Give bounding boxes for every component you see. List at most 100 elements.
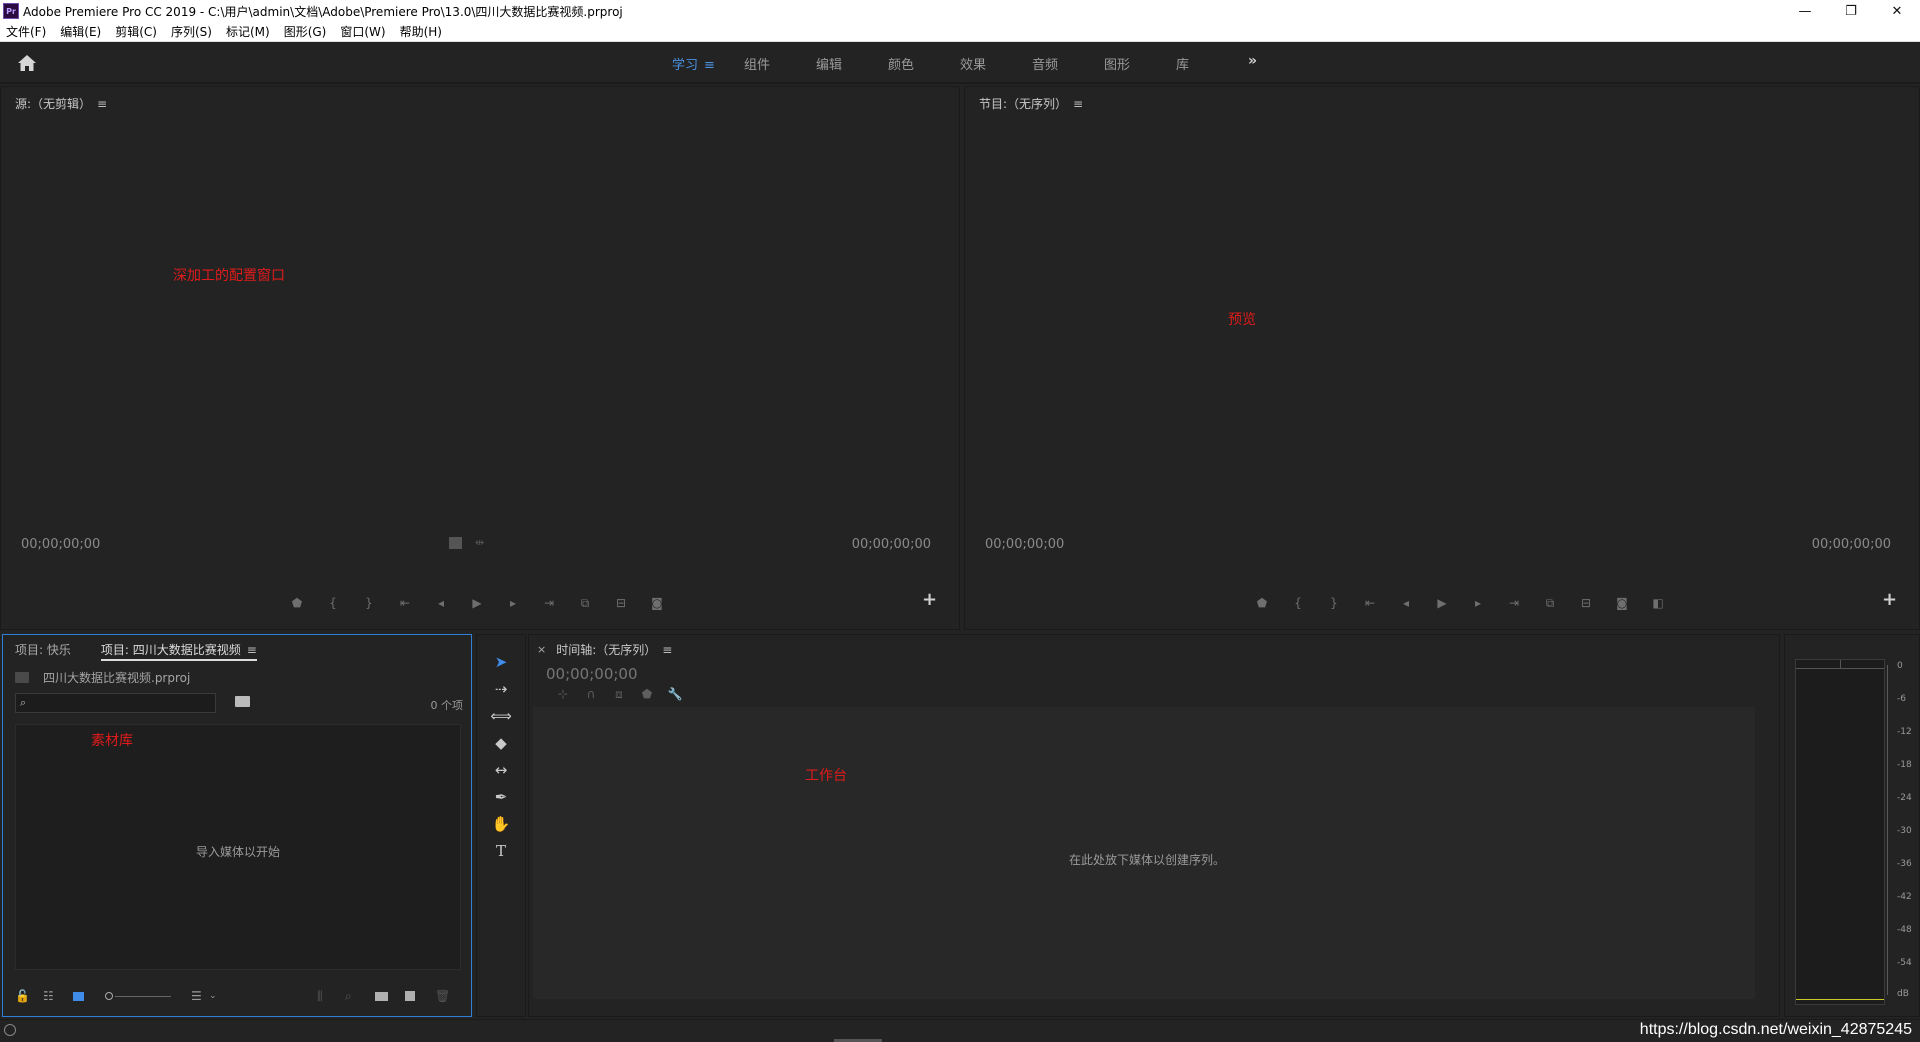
resolution-icon[interactable]: ⇹ xyxy=(475,536,484,549)
sort-icons-icon[interactable]: ☰ xyxy=(191,989,202,1003)
source-add-button[interactable]: + xyxy=(922,589,937,610)
selection-tool-icon[interactable]: ➤ xyxy=(488,651,514,673)
ripple-edit-tool-icon[interactable]: ⟺ xyxy=(488,705,514,727)
drop-frame-icon[interactable] xyxy=(449,537,462,549)
step-back-icon[interactable]: ◂ xyxy=(429,595,453,611)
new-bin-icon[interactable] xyxy=(375,989,388,1003)
workspace-tab-effects[interactable]: 效果 xyxy=(948,54,1020,73)
project-tab-happy[interactable]: 项目: 快乐 xyxy=(15,641,71,661)
play-icon[interactable]: ▶ xyxy=(465,595,489,611)
workspace-tab-editing[interactable]: 编辑 xyxy=(804,54,876,73)
new-bin-from-search-icon[interactable] xyxy=(235,696,250,707)
project-content-area[interactable]: 导入媒体以开始 xyxy=(15,724,461,970)
workspace-tab-audio[interactable]: 音频 xyxy=(1020,54,1092,73)
panel-menu-icon[interactable]: ≡ xyxy=(1073,97,1083,111)
status-icon[interactable] xyxy=(4,1024,16,1036)
timeline-drop-area[interactable]: 在此处放下媒体以创建序列。 xyxy=(533,707,1755,999)
home-icon[interactable] xyxy=(16,53,38,73)
program-panel-title[interactable]: 节目:（无序列） xyxy=(979,97,1067,111)
add-marker-icon[interactable]: ⬟ xyxy=(1250,595,1274,611)
workspace-tab-assembly[interactable]: 组件 xyxy=(732,54,804,73)
menu-window[interactable]: 窗口(W) xyxy=(340,23,385,40)
source-playhead-timecode[interactable]: 00;00;00;00 xyxy=(21,537,100,552)
menu-graphics[interactable]: 图形(G) xyxy=(284,23,327,40)
nest-icon[interactable]: ⊹ xyxy=(549,687,577,701)
lift-icon[interactable]: ⧉ xyxy=(1538,595,1562,611)
timeline-timecode[interactable]: 00;00;00;00 xyxy=(546,665,638,683)
find-icon[interactable]: ⌕ xyxy=(345,989,352,1003)
workspace-tab-graphics[interactable]: 图形 xyxy=(1092,54,1164,73)
menu-file[interactable]: 文件(F) xyxy=(6,23,46,40)
program-duration-timecode: 00;00;00;00 xyxy=(1811,537,1891,552)
more-workspaces-icon[interactable]: » xyxy=(1248,53,1257,69)
pen-tool-icon[interactable]: ✒ xyxy=(488,786,514,808)
project-tab-sichuan[interactable]: 项目: 四川大数据比赛视频 ≡ xyxy=(100,641,257,661)
timeline-title: 时间轴:（无序列） xyxy=(556,643,657,657)
mark-out-icon[interactable]: } xyxy=(1322,595,1346,611)
extract-icon[interactable]: ⊟ xyxy=(1574,595,1598,611)
linked-selection-icon[interactable]: ⧈ xyxy=(605,687,633,701)
workspace-tab-color[interactable]: 颜色 xyxy=(876,54,948,73)
workspace-menu-icon[interactable]: ≡ xyxy=(704,58,715,73)
insert-icon[interactable]: ⧉ xyxy=(573,595,597,611)
trash-icon[interactable]: 🗑 xyxy=(435,989,450,1003)
overwrite-icon[interactable]: ⊟ xyxy=(609,595,633,611)
export-frame-icon[interactable]: ◙ xyxy=(1610,595,1634,611)
export-frame-icon[interactable]: ◙ xyxy=(645,595,669,611)
step-back-icon[interactable]: ◂ xyxy=(1394,595,1418,611)
comparison-view-icon[interactable]: ◧ xyxy=(1646,595,1670,611)
menu-markers[interactable]: 标记(M) xyxy=(226,23,270,40)
go-to-out-icon[interactable]: ⇥ xyxy=(1502,595,1526,611)
add-marker-icon[interactable]: ⬟ xyxy=(633,687,661,701)
play-icon[interactable]: ▶ xyxy=(1430,595,1454,611)
source-panel-header: 源:（无剪辑） ≡ xyxy=(15,95,107,112)
mark-in-icon[interactable]: { xyxy=(1286,595,1310,611)
step-forward-icon[interactable]: ▸ xyxy=(1466,595,1490,611)
track-select-tool-icon[interactable]: ⇢ xyxy=(488,678,514,700)
workspace-tab-learning[interactable]: 学习 ≡ xyxy=(660,54,732,73)
menu-clip[interactable]: 剪辑(C) xyxy=(115,23,157,40)
workspace-tab-libraries[interactable]: 库 xyxy=(1164,54,1236,73)
step-forward-icon[interactable]: ▸ xyxy=(501,595,525,611)
source-panel-title[interactable]: 源:（无剪辑） xyxy=(15,97,91,111)
close-icon[interactable]: × xyxy=(537,643,546,656)
program-add-button[interactable]: + xyxy=(1882,589,1897,610)
search-input[interactable]: ⌕ xyxy=(15,693,216,713)
project-tab-label: 项目: 四川大数据比赛视频 xyxy=(100,643,241,657)
program-playhead-timecode[interactable]: 00;00;00;00 xyxy=(985,537,1064,552)
lock-icon[interactable]: 🔓 xyxy=(15,989,30,1003)
slip-tool-icon[interactable]: ↔ xyxy=(488,759,514,781)
menu-sequence[interactable]: 序列(S) xyxy=(171,23,212,40)
timeline-panel: × 时间轴:（无序列） ≡ 00;00;00;00 ⊹ ∩ ⧈ ⬟ 🔧 在此处放下… xyxy=(528,634,1780,1017)
list-view-icon[interactable]: ☷ xyxy=(43,989,54,1003)
type-tool-icon[interactable]: T xyxy=(488,840,514,862)
minimize-button[interactable]: — xyxy=(1782,0,1828,22)
close-window-button[interactable]: ✕ xyxy=(1874,0,1920,22)
mark-out-icon[interactable]: } xyxy=(357,595,381,611)
hand-tool-icon[interactable]: ✋ xyxy=(488,813,514,835)
source-monitor-panel: 源:（无剪辑） ≡ 深加工的配置窗口 00;00;00;00 ⇹ 00;00;00… xyxy=(0,86,960,630)
razor-tool-icon[interactable]: ◆ xyxy=(488,732,514,754)
wrench-icon[interactable]: 🔧 xyxy=(661,687,689,701)
source-transport-controls: ⬟ { } ⇤ ◂ ▶ ▸ ⇥ ⧉ ⊟ ◙ xyxy=(285,595,681,611)
go-to-in-icon[interactable]: ⇤ xyxy=(393,595,417,611)
menu-edit[interactable]: 编辑(E) xyxy=(60,23,101,40)
automate-to-sequence-icon[interactable]: ⫼ xyxy=(317,989,323,1003)
timeline-tab[interactable]: × 时间轴:（无序列） ≡ xyxy=(537,641,672,658)
go-to-out-icon[interactable]: ⇥ xyxy=(537,595,561,611)
restore-button[interactable]: ❐ xyxy=(1828,0,1874,22)
new-item-icon[interactable] xyxy=(405,989,415,1003)
snap-icon[interactable]: ∩ xyxy=(577,687,605,701)
zoom-slider[interactable] xyxy=(103,989,173,1003)
panel-menu-icon[interactable]: ≡ xyxy=(662,643,672,657)
workspace-tabs: 学习 ≡ 组件 编辑 颜色 效果 音频 图形 库 xyxy=(660,42,1236,84)
tools-panel: ➤ ⇢ ⟺ ◆ ↔ ✒ ✋ T xyxy=(476,634,526,1017)
add-marker-icon[interactable]: ⬟ xyxy=(285,595,309,611)
icon-view-icon[interactable] xyxy=(73,989,84,1003)
chevron-down-icon[interactable]: ⌄ xyxy=(209,989,217,1003)
go-to-in-icon[interactable]: ⇤ xyxy=(1358,595,1382,611)
menu-help[interactable]: 帮助(H) xyxy=(400,23,442,40)
panel-menu-icon[interactable]: ≡ xyxy=(247,643,257,657)
mark-in-icon[interactable]: { xyxy=(321,595,345,611)
panel-menu-icon[interactable]: ≡ xyxy=(97,97,107,111)
